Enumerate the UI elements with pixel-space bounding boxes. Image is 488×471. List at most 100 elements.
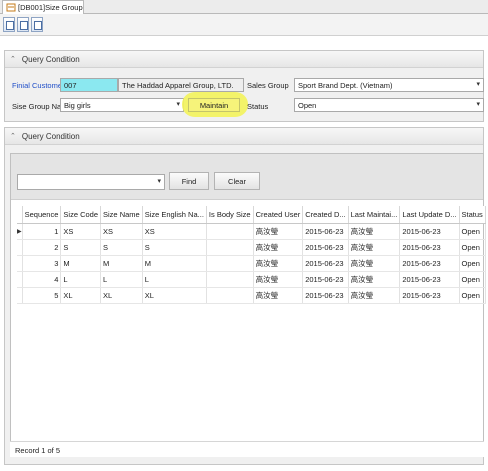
cell-created-user[interactable]: 高汝瑩: [253, 287, 304, 304]
cell-size-code[interactable]: L: [60, 271, 102, 288]
cell-status[interactable]: Open: [459, 223, 486, 240]
cell-status[interactable]: Open: [459, 255, 486, 272]
sales-group-select[interactable]: Sport Brand Dept. (Vietnam) ▾: [294, 78, 484, 92]
cell-created-user[interactable]: 高汝瑩: [253, 271, 304, 288]
find-button[interactable]: Find: [169, 172, 209, 190]
customer-name-field: The Haddad Apparel Group, LTD.: [118, 78, 244, 92]
find-combo[interactable]: ▾: [17, 174, 165, 190]
cell-last-update-date[interactable]: 2015-06-23: [399, 255, 460, 272]
cell-is-body-size[interactable]: [206, 271, 254, 288]
column-header[interactable]: Status: [459, 206, 486, 224]
sales-group-label: Sales Group: [247, 81, 289, 90]
cell-size-code[interactable]: XL: [60, 287, 102, 304]
export-doc-icon[interactable]: [31, 17, 43, 32]
collapse-chevron-icon[interactable]: ⌃: [10, 55, 16, 63]
cell-is-body-size[interactable]: [206, 255, 254, 272]
query-condition-header[interactable]: ⌃ Query Condition: [5, 51, 483, 68]
column-header[interactable]: Size English Na...: [142, 206, 207, 224]
record-status-bar: Record 1 of 5: [10, 441, 484, 457]
chevron-down-icon[interactable]: ▾: [157, 177, 161, 185]
cell-size-name[interactable]: L: [100, 271, 143, 288]
column-header[interactable]: Sequence: [22, 206, 62, 224]
cell-sequence[interactable]: 4: [22, 271, 62, 288]
cell-size-english-name[interactable]: S: [142, 239, 207, 256]
maintain-button[interactable]: Maintain: [188, 98, 240, 112]
panel-title: Query Condition: [21, 131, 80, 141]
cell-created-date[interactable]: 2015-06-23: [302, 239, 349, 256]
cell-sequence[interactable]: 3: [22, 255, 62, 272]
column-header[interactable]: Last Update D...: [399, 206, 460, 224]
column-header[interactable]: Size Code: [60, 206, 102, 224]
column-header[interactable]: Is Body Size: [206, 206, 254, 224]
size-group-name-select[interactable]: Big girls ▾: [60, 98, 184, 112]
cell-last-update-date[interactable]: 2015-06-23: [399, 239, 460, 256]
cell-sequence[interactable]: 2: [22, 239, 62, 256]
cell-size-code[interactable]: XS: [60, 223, 102, 240]
chevron-down-icon[interactable]: ▾: [176, 100, 180, 108]
grid-header-row: Sequence Size Code Size Name Size Englis…: [17, 206, 486, 224]
filter-strip: ▾ Find Clear: [11, 154, 483, 200]
cell-status[interactable]: Open: [459, 239, 486, 256]
table-row[interactable]: 4 L L L 高汝瑩 2015-06-23 高汝瑩 2015-06-23 Op…: [17, 271, 486, 288]
cell-last-update-date[interactable]: 2015-06-23: [399, 223, 460, 240]
cell-created-date[interactable]: 2015-06-23: [302, 287, 349, 304]
cell-size-english-name[interactable]: XL: [142, 287, 207, 304]
table-row[interactable]: ▶ 1 XS XS XS 高汝瑩 2015-06-23 高汝瑩 2015-06-…: [17, 223, 486, 240]
cell-created-date[interactable]: 2015-06-23: [302, 255, 349, 272]
cell-size-name[interactable]: XL: [100, 287, 143, 304]
cell-size-english-name[interactable]: XS: [142, 223, 207, 240]
cell-last-maintainer[interactable]: 高汝瑩: [348, 271, 401, 288]
status-label: Status: [247, 102, 269, 111]
cell-size-english-name[interactable]: M: [142, 255, 207, 272]
size-grid: Sequence Size Code Size Name Size Englis…: [17, 206, 486, 304]
cell-size-english-name[interactable]: L: [142, 271, 207, 288]
record-count: Record 1 of 5: [15, 446, 61, 455]
cell-size-name[interactable]: XS: [100, 223, 143, 240]
results-panel-header[interactable]: ⌃ Query Condition: [5, 128, 483, 145]
tab-title: [DB001]Size Group: [18, 3, 83, 12]
size-group-name-value: Big girls: [64, 101, 91, 110]
cell-last-maintainer[interactable]: 高汝瑩: [348, 239, 401, 256]
add-doc-icon[interactable]: [3, 17, 15, 32]
status-select[interactable]: Open ▾: [294, 98, 484, 112]
cell-last-maintainer[interactable]: 高汝瑩: [348, 255, 401, 272]
grid-container: ▾ Find Clear Sequence Size Code Size Nam…: [10, 153, 486, 457]
tab-size-group[interactable]: [DB001]Size Group: [2, 0, 84, 14]
status-value: Open: [298, 101, 317, 110]
cell-is-body-size[interactable]: [206, 223, 254, 240]
cell-last-maintainer[interactable]: 高汝瑩: [348, 223, 401, 240]
cell-is-body-size[interactable]: [206, 287, 254, 304]
table-row[interactable]: 5 XL XL XL 高汝瑩 2015-06-23 高汝瑩 2015-06-23…: [17, 287, 486, 304]
cell-size-name[interactable]: S: [100, 239, 143, 256]
chevron-down-icon[interactable]: ▾: [476, 100, 480, 108]
cell-sequence[interactable]: 1: [22, 223, 62, 240]
cell-status[interactable]: Open: [459, 271, 486, 288]
chevron-down-icon[interactable]: ▾: [476, 80, 480, 88]
cell-sequence[interactable]: 5: [22, 287, 62, 304]
column-header[interactable]: Last Maintai...: [348, 206, 401, 224]
table-row[interactable]: 2 S S S 高汝瑩 2015-06-23 高汝瑩 2015-06-23 Op…: [17, 239, 486, 256]
table-row[interactable]: 3 M M M 高汝瑩 2015-06-23 高汝瑩 2015-06-23 Op…: [17, 255, 486, 272]
cell-is-body-size[interactable]: [206, 239, 254, 256]
cell-created-user[interactable]: 高汝瑩: [253, 255, 304, 272]
cell-status[interactable]: Open: [459, 287, 486, 304]
cell-size-name[interactable]: M: [100, 255, 143, 272]
cell-last-maintainer[interactable]: 高汝瑩: [348, 287, 401, 304]
column-header[interactable]: Created D...: [302, 206, 349, 224]
cell-size-code[interactable]: S: [60, 239, 102, 256]
edit-doc-icon[interactable]: [17, 17, 29, 32]
cell-created-user[interactable]: 高汝瑩: [253, 223, 304, 240]
clear-button[interactable]: Clear: [214, 172, 260, 190]
cell-created-user[interactable]: 高汝瑩: [253, 239, 304, 256]
cell-last-update-date[interactable]: 2015-06-23: [399, 271, 460, 288]
customer-code-field[interactable]: 007: [60, 78, 118, 92]
cell-last-update-date[interactable]: 2015-06-23: [399, 287, 460, 304]
collapse-chevron-icon[interactable]: ⌃: [10, 132, 16, 140]
column-header[interactable]: Created User: [253, 206, 304, 224]
cell-created-date[interactable]: 2015-06-23: [302, 271, 349, 288]
column-header[interactable]: Size Name: [100, 206, 143, 224]
form-icon: [6, 3, 16, 12]
toolbar: [0, 14, 488, 36]
cell-created-date[interactable]: 2015-06-23: [302, 223, 349, 240]
cell-size-code[interactable]: M: [60, 255, 102, 272]
